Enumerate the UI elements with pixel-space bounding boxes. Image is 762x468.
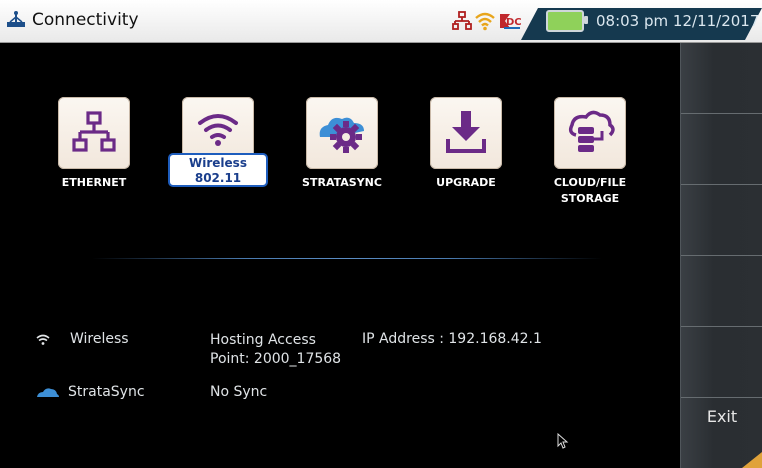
mouse-cursor-icon	[557, 433, 569, 449]
softkey-5[interactable]	[681, 327, 762, 398]
time: 08:03 pm	[596, 12, 669, 30]
battery-icon	[546, 10, 588, 32]
wifi-icon	[198, 114, 238, 146]
wireless-label-line2: 802.11	[194, 171, 242, 185]
wireless-status-state: Hosting Access Point: 2000_17568	[210, 331, 341, 369]
exit-button[interactable]: Exit	[681, 407, 762, 426]
cloud-gear-icon	[319, 117, 364, 153]
cloud-label-line2: STORAGE	[560, 192, 620, 205]
connectivity-icon	[7, 11, 25, 27]
app-tile-upgrade[interactable]	[430, 97, 502, 169]
wireless-status-label: Wireless	[70, 331, 129, 347]
title-area: Connectivity	[6, 10, 139, 30]
datetime: 08:03 pm 12/11/2017	[596, 12, 759, 30]
app-label-cloud-file-storage: CLOUD/FILE STORAGE	[540, 175, 640, 207]
ethernet-status-icon	[452, 11, 472, 30]
app-label-upgrade: UPGRADE	[436, 176, 496, 189]
cloud-label-line1: CLOUD/FILE	[553, 176, 627, 189]
wifi-status-row-icon	[36, 334, 50, 345]
wireless-label-line1: Wireless	[189, 156, 247, 170]
wifi-status-icon	[475, 12, 495, 31]
softkey-1[interactable]	[681, 43, 762, 114]
app-tile-cloud-file-storage[interactable]	[554, 97, 626, 169]
cloud-status-icon	[37, 388, 59, 397]
date: 12/11/2017	[672, 12, 760, 30]
app-label-stratasync: STRATASYNC	[302, 176, 382, 189]
section-divider	[92, 258, 602, 259]
softkey-3[interactable]	[681, 185, 762, 256]
softkey-4[interactable]	[681, 256, 762, 327]
app-tile-ethernet[interactable]	[58, 97, 130, 169]
title-bar: Connectivity DC 08:03 pm 12/11/2017	[0, 0, 762, 43]
network-icon	[72, 111, 116, 152]
stratasync-status-state: No Sync	[210, 384, 268, 400]
dc-power-icon: DC	[500, 14, 522, 29]
wireless-state-line1: Hosting Access	[210, 332, 316, 348]
stratasync-status-label: StrataSync	[68, 384, 145, 400]
status-area: DC 08:03 pm 12/11/2017	[430, 8, 762, 40]
svg-text:DC: DC	[506, 17, 522, 28]
app-label-ethernet: ETHERNET	[61, 176, 127, 189]
softkey-2[interactable]	[681, 114, 762, 185]
wireless-ip-address: IP Address : 192.168.42.1	[362, 331, 542, 347]
cloud-server-icon	[568, 110, 615, 152]
wireless-state-line2: Point: 2000_17568	[210, 351, 342, 367]
main-panel: ETHERNET Wireless 802.11 STRATASYNC UPGR…	[0, 43, 680, 468]
softkey-sidebar: Exit	[680, 43, 762, 468]
app-tile-stratasync[interactable]	[306, 97, 378, 169]
download-icon	[446, 111, 486, 153]
app-label-wireless[interactable]: Wireless 802.11	[168, 153, 268, 187]
page-title: Connectivity	[32, 10, 139, 30]
